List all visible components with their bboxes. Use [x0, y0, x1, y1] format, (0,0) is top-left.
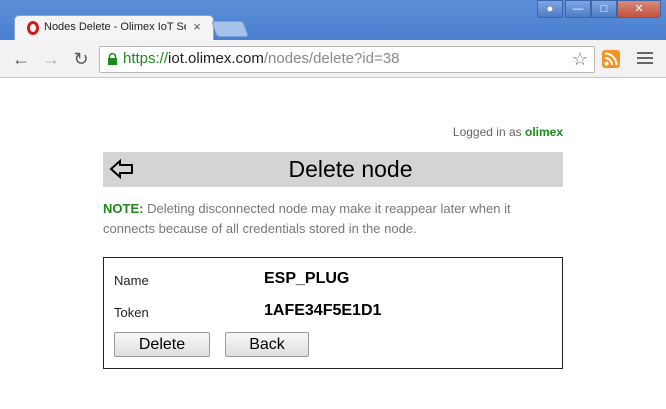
logged-in-label: Logged in as: [452, 125, 522, 139]
url-path: /nodes/delete?id=38: [263, 50, 400, 67]
name-value: ESP_PLUG: [264, 270, 350, 287]
url-scheme: https://: [123, 50, 169, 67]
page-title: Delete node: [288, 156, 413, 182]
logged-in-status: Logged in as olimex: [380, 125, 563, 141]
bookmark-star-icon[interactable]: ☆: [570, 49, 590, 69]
name-label: Name: [114, 273, 149, 288]
forward-arrow-icon[interactable]: →: [40, 48, 62, 70]
url-host: iot.olimex.com: [168, 50, 264, 67]
note-text: Deleting disconnected node may make it r…: [103, 201, 511, 236]
minimize-icon[interactable]: —: [565, 0, 591, 18]
token-label: Token: [114, 305, 149, 320]
tab-close-icon[interactable]: ×: [190, 19, 204, 35]
tab-title[interactable]: Nodes Delete - Olimex IoT Se: [44, 21, 186, 37]
url-text[interactable]: https://iot.olimex.com/nodes/delete?id=3…: [123, 50, 563, 68]
token-value: 1AFE34F5E1D1: [264, 302, 382, 319]
new-tab-button[interactable]: [211, 21, 249, 37]
menu-icon[interactable]: [637, 50, 653, 66]
username[interactable]: olimex: [525, 125, 563, 139]
lock-icon: [108, 53, 117, 65]
rss-icon[interactable]: [602, 50, 620, 68]
profile-icon[interactable]: ●: [537, 0, 563, 18]
maximize-icon[interactable]: □: [591, 0, 617, 18]
close-window-icon[interactable]: ✕: [617, 0, 661, 18]
note-label: NOTE:: [103, 201, 144, 216]
delete-button[interactable]: Delete: [114, 332, 210, 357]
back-button[interactable]: Back: [225, 332, 309, 357]
note-message: NOTE: Deleting disconnected node may mak…: [103, 199, 563, 239]
reload-icon[interactable]: ↻: [70, 48, 92, 70]
opera-favicon-icon: [27, 21, 39, 35]
back-arrow-icon[interactable]: ←: [10, 48, 32, 70]
